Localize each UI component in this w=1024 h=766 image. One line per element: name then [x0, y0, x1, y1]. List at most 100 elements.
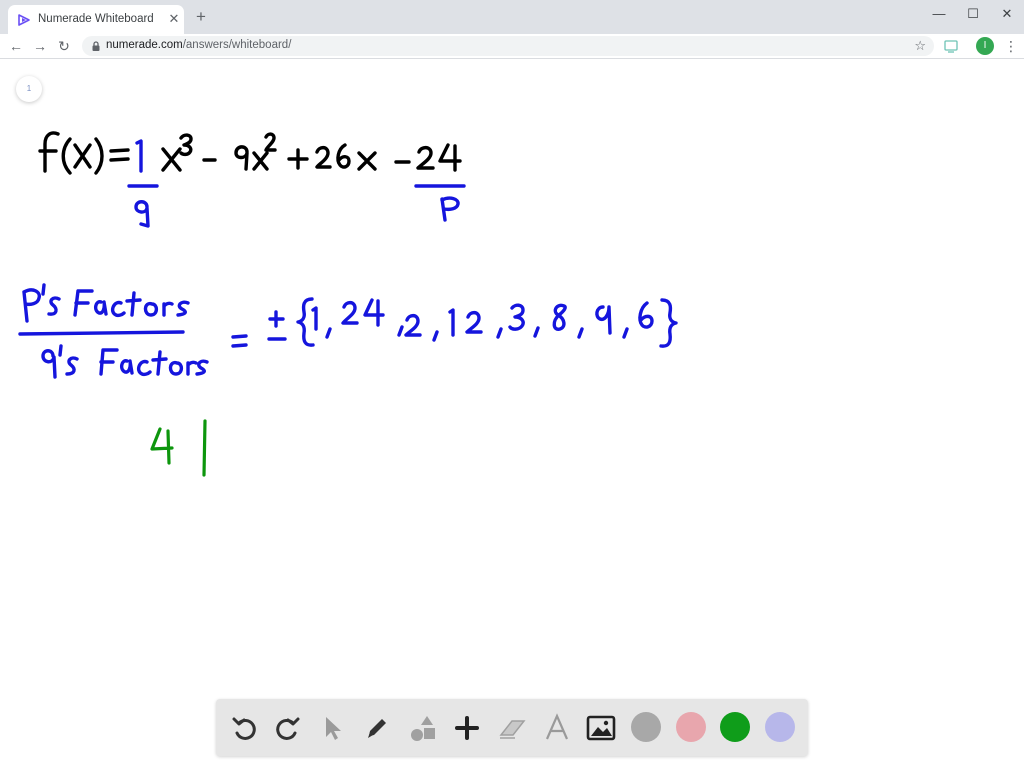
ink-set-1 [311, 306, 318, 331]
ink-green-4 [150, 427, 174, 465]
tab-title: Numerade Whiteboard [38, 13, 154, 25]
ink-q-label [41, 349, 57, 379]
eraser-icon [499, 720, 526, 739]
ink-set-24 [341, 298, 385, 327]
ink-set-2 [404, 313, 422, 337]
add-button[interactable] [450, 711, 484, 745]
ink-equals-2 [231, 334, 248, 348]
color-swatch-lavender[interactable] [765, 712, 795, 742]
url-text: numerade.com/answers/whiteboard/ [106, 39, 291, 51]
select-pointer-button[interactable] [316, 711, 350, 745]
ink-comma-6 [577, 327, 584, 339]
whiteboard-canvas[interactable]: 1 f(x) = 1/q x³ − 9x² + 26x − 24/p p's F… [0, 59, 1024, 766]
ink-p-label [22, 288, 41, 323]
ink-close-brace [659, 298, 678, 348]
ink-x-squared [252, 151, 269, 171]
ink-x [73, 143, 92, 169]
ink-comma-3 [432, 330, 439, 342]
browser-menu-icon[interactable]: ⋮ [1004, 37, 1018, 55]
tab-strip: Numerade Whiteboard ✕ + — ☐ ✕ [0, 0, 1024, 35]
reload-icon[interactable]: ↻ [55, 37, 73, 55]
profile-avatar[interactable]: I [976, 37, 994, 55]
url-host: numerade.com [106, 39, 183, 51]
ink-numerator-4 [438, 143, 462, 172]
image-icon [586, 715, 616, 741]
ink-f [38, 131, 60, 173]
ink-set-12 [448, 308, 483, 337]
address-bar[interactable]: numerade.com/answers/whiteboard/ ☆ [82, 36, 934, 56]
function-expression-ink [38, 131, 462, 175]
tab-numerade-whiteboard[interactable]: Numerade Whiteboard ✕ [8, 5, 184, 34]
undo-button[interactable] [227, 711, 261, 745]
ink-set-8 [552, 303, 567, 331]
ink-division-bar [202, 419, 207, 477]
ink-x-cubed [161, 147, 182, 172]
ink-2 [315, 145, 332, 169]
shapes-icon [411, 716, 435, 741]
ink-s-2 [65, 356, 79, 376]
ink-comma-1 [325, 327, 332, 339]
ink-p-denominator [440, 196, 460, 222]
ink-apostrophe-1 [41, 283, 46, 296]
eraser-button[interactable] [495, 711, 529, 745]
ink-open-brace [296, 297, 315, 347]
forward-icon[interactable]: → [31, 37, 49, 55]
maximize-icon[interactable]: ☐ [962, 6, 984, 22]
ink-apostrophe-2 [58, 344, 63, 357]
ink-9 [234, 145, 249, 171]
ink-comma-5 [533, 326, 540, 338]
ink-q-denominator [134, 200, 150, 228]
add-icon [455, 716, 479, 740]
new-tab-icon[interactable]: + [193, 8, 209, 25]
back-icon[interactable]: ← [7, 37, 25, 55]
ink-numerator-2 [416, 145, 435, 170]
numerade-logo-icon [18, 14, 30, 26]
synthetic-division-ink [150, 419, 207, 477]
ink-open-paren [61, 137, 72, 175]
color-swatch-pink[interactable] [676, 712, 706, 742]
minimize-icon[interactable]: — [928, 6, 950, 22]
ink-set-3 [508, 303, 525, 331]
redo-icon [276, 717, 300, 740]
image-button[interactable] [584, 711, 618, 745]
ink-comma-7 [622, 327, 629, 339]
ink-factors-bottom [99, 348, 209, 377]
redo-button[interactable] [271, 711, 305, 745]
ink-plus [287, 148, 309, 170]
factors-expression-ink [18, 283, 678, 379]
close-window-icon[interactable]: ✕ [996, 6, 1018, 22]
ink-equals [109, 148, 130, 162]
ink-exponent-2 [264, 132, 277, 152]
text-icon [545, 713, 569, 740]
lock-icon [92, 41, 100, 51]
ink-set-6 [638, 301, 654, 329]
ink-one-numerator [135, 139, 143, 173]
text-button[interactable] [540, 711, 574, 745]
browser-toolbar: ← → ↻ numerade.com/answers/whiteboard/ ☆… [0, 34, 1024, 59]
ink-s-1 [47, 296, 61, 316]
ink-close-paren [94, 137, 104, 175]
cast-icon[interactable] [944, 39, 958, 53]
color-swatch-green[interactable] [720, 712, 750, 742]
tab-close-icon[interactable]: ✕ [166, 11, 182, 27]
select-pointer-icon [326, 717, 341, 740]
bookmark-star-icon[interactable]: ☆ [914, 38, 926, 54]
pen-icon [368, 719, 386, 738]
ink-set-4 [595, 305, 612, 335]
url-path: /answers/whiteboard/ [182, 39, 292, 51]
ink-x-linear [357, 151, 377, 171]
shapes-button[interactable] [406, 711, 440, 745]
color-swatch-gray[interactable] [631, 712, 661, 742]
ink-comma-2 [397, 325, 404, 337]
ink-exponent-3 [179, 133, 193, 157]
pen-button[interactable] [360, 711, 394, 745]
ink-plus-minus [267, 310, 287, 341]
browser-window: Numerade Whiteboard ✕ + — ☐ ✕ ← → ↻ nume… [0, 0, 1024, 766]
ink-comma-4 [496, 327, 503, 339]
handwriting-layer [18, 131, 678, 477]
drawing-toolbar [216, 699, 808, 756]
undo-icon [232, 717, 256, 740]
ink-factors-top [73, 289, 190, 318]
ink-main-fraction-bar [18, 330, 185, 336]
ink-6 [336, 143, 351, 169]
